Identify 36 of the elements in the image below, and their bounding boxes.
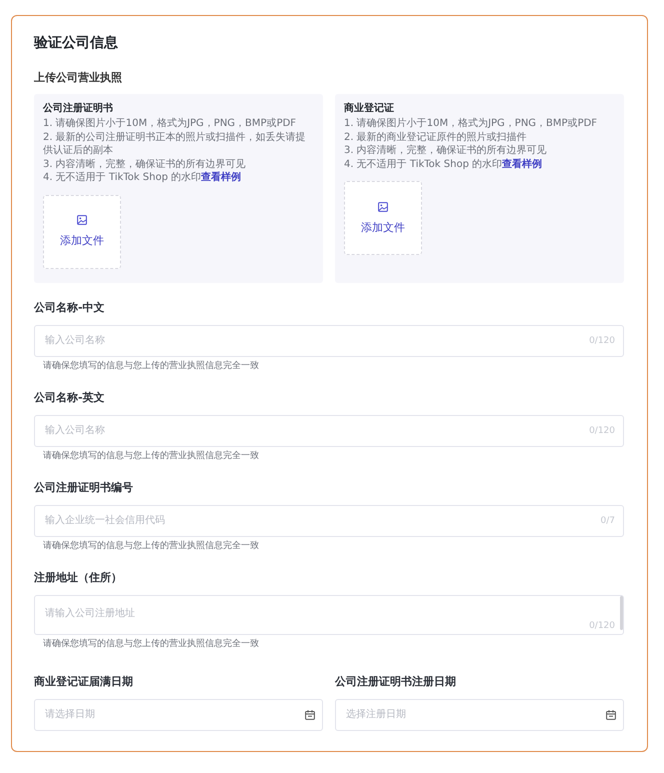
field-label: 公司名称-英文 — [34, 390, 106, 406]
date-picker[interactable]: 请选择日期 — [34, 698, 323, 730]
character-counter: 0/120 — [589, 424, 615, 436]
page-title: 验证公司信息 — [34, 34, 119, 53]
image-icon — [378, 202, 388, 212]
requirement-text: 4. 无不适用于 TikTok Shop 的水印查看样例 — [344, 158, 544, 171]
panel-title: 商业登记证 — [344, 102, 395, 116]
requirement-text: 3. 内容清晰，完整，确保证书的所有边界可见 — [43, 158, 247, 171]
add-file-button[interactable]: 添加文件 — [344, 181, 422, 255]
image-icon — [77, 215, 87, 225]
field-label: 公司注册证明书注册日期 — [335, 674, 457, 690]
field-label: 公司名称-中文 — [34, 300, 106, 316]
character-counter: 0/7 — [600, 514, 615, 526]
field-label: 注册地址（住所） — [34, 570, 123, 586]
sample-link[interactable]: 查看样例 — [201, 172, 242, 183]
requirement-text: 3. 内容清晰，完整，确保证书的所有边界可见 — [344, 144, 548, 158]
character-counter: 0/120 — [589, 620, 615, 632]
requirement-text: 2. 最新的商业登记证原件的照片或扫描件 — [344, 130, 528, 144]
panel-title: 公司注册证明书 — [43, 102, 114, 116]
hint-text: 请确保您填写的信息与您上传的营业执照信息完全一致 — [42, 360, 260, 372]
requirement-text: 4. 无不适用于 TikTok Shop 的水印查看样例 — [43, 171, 242, 184]
requirement-text: 2. 最新的公司注册证明书正本的照片或扫描件，如丢失请提供认证后的副本 — [43, 130, 307, 158]
sample-link[interactable]: 查看样例 — [502, 158, 542, 170]
calendar-icon — [606, 710, 616, 720]
date-picker[interactable]: 选择注册日期 — [335, 698, 624, 730]
hint-text: 请确保您填写的信息与您上传的营业执照信息完全一致 — [42, 450, 260, 462]
field-label: 公司注册证明书编号 — [34, 480, 134, 496]
hint-text: 请确保您填写的信息与您上传的营业执照信息完全一致 — [42, 638, 260, 650]
add-file-button[interactable]: 添加文件 — [43, 194, 121, 268]
section-heading: 上传公司营业执照 — [34, 71, 123, 85]
hint-text: 请确保您填写的信息与您上传的营业执照信息完全一致 — [42, 540, 260, 552]
requirement-text: 1. 请确保图片小于10M，格式为JPG，PNG，BMP或PDF — [43, 117, 298, 130]
character-counter: 0/120 — [589, 334, 615, 346]
field-label: 商业登记证届满日期 — [34, 674, 134, 690]
requirement-text: 1. 请确保图片小于10M，格式为JPG，PNG，BMP或PDF — [344, 117, 598, 130]
calendar-icon — [305, 710, 315, 720]
